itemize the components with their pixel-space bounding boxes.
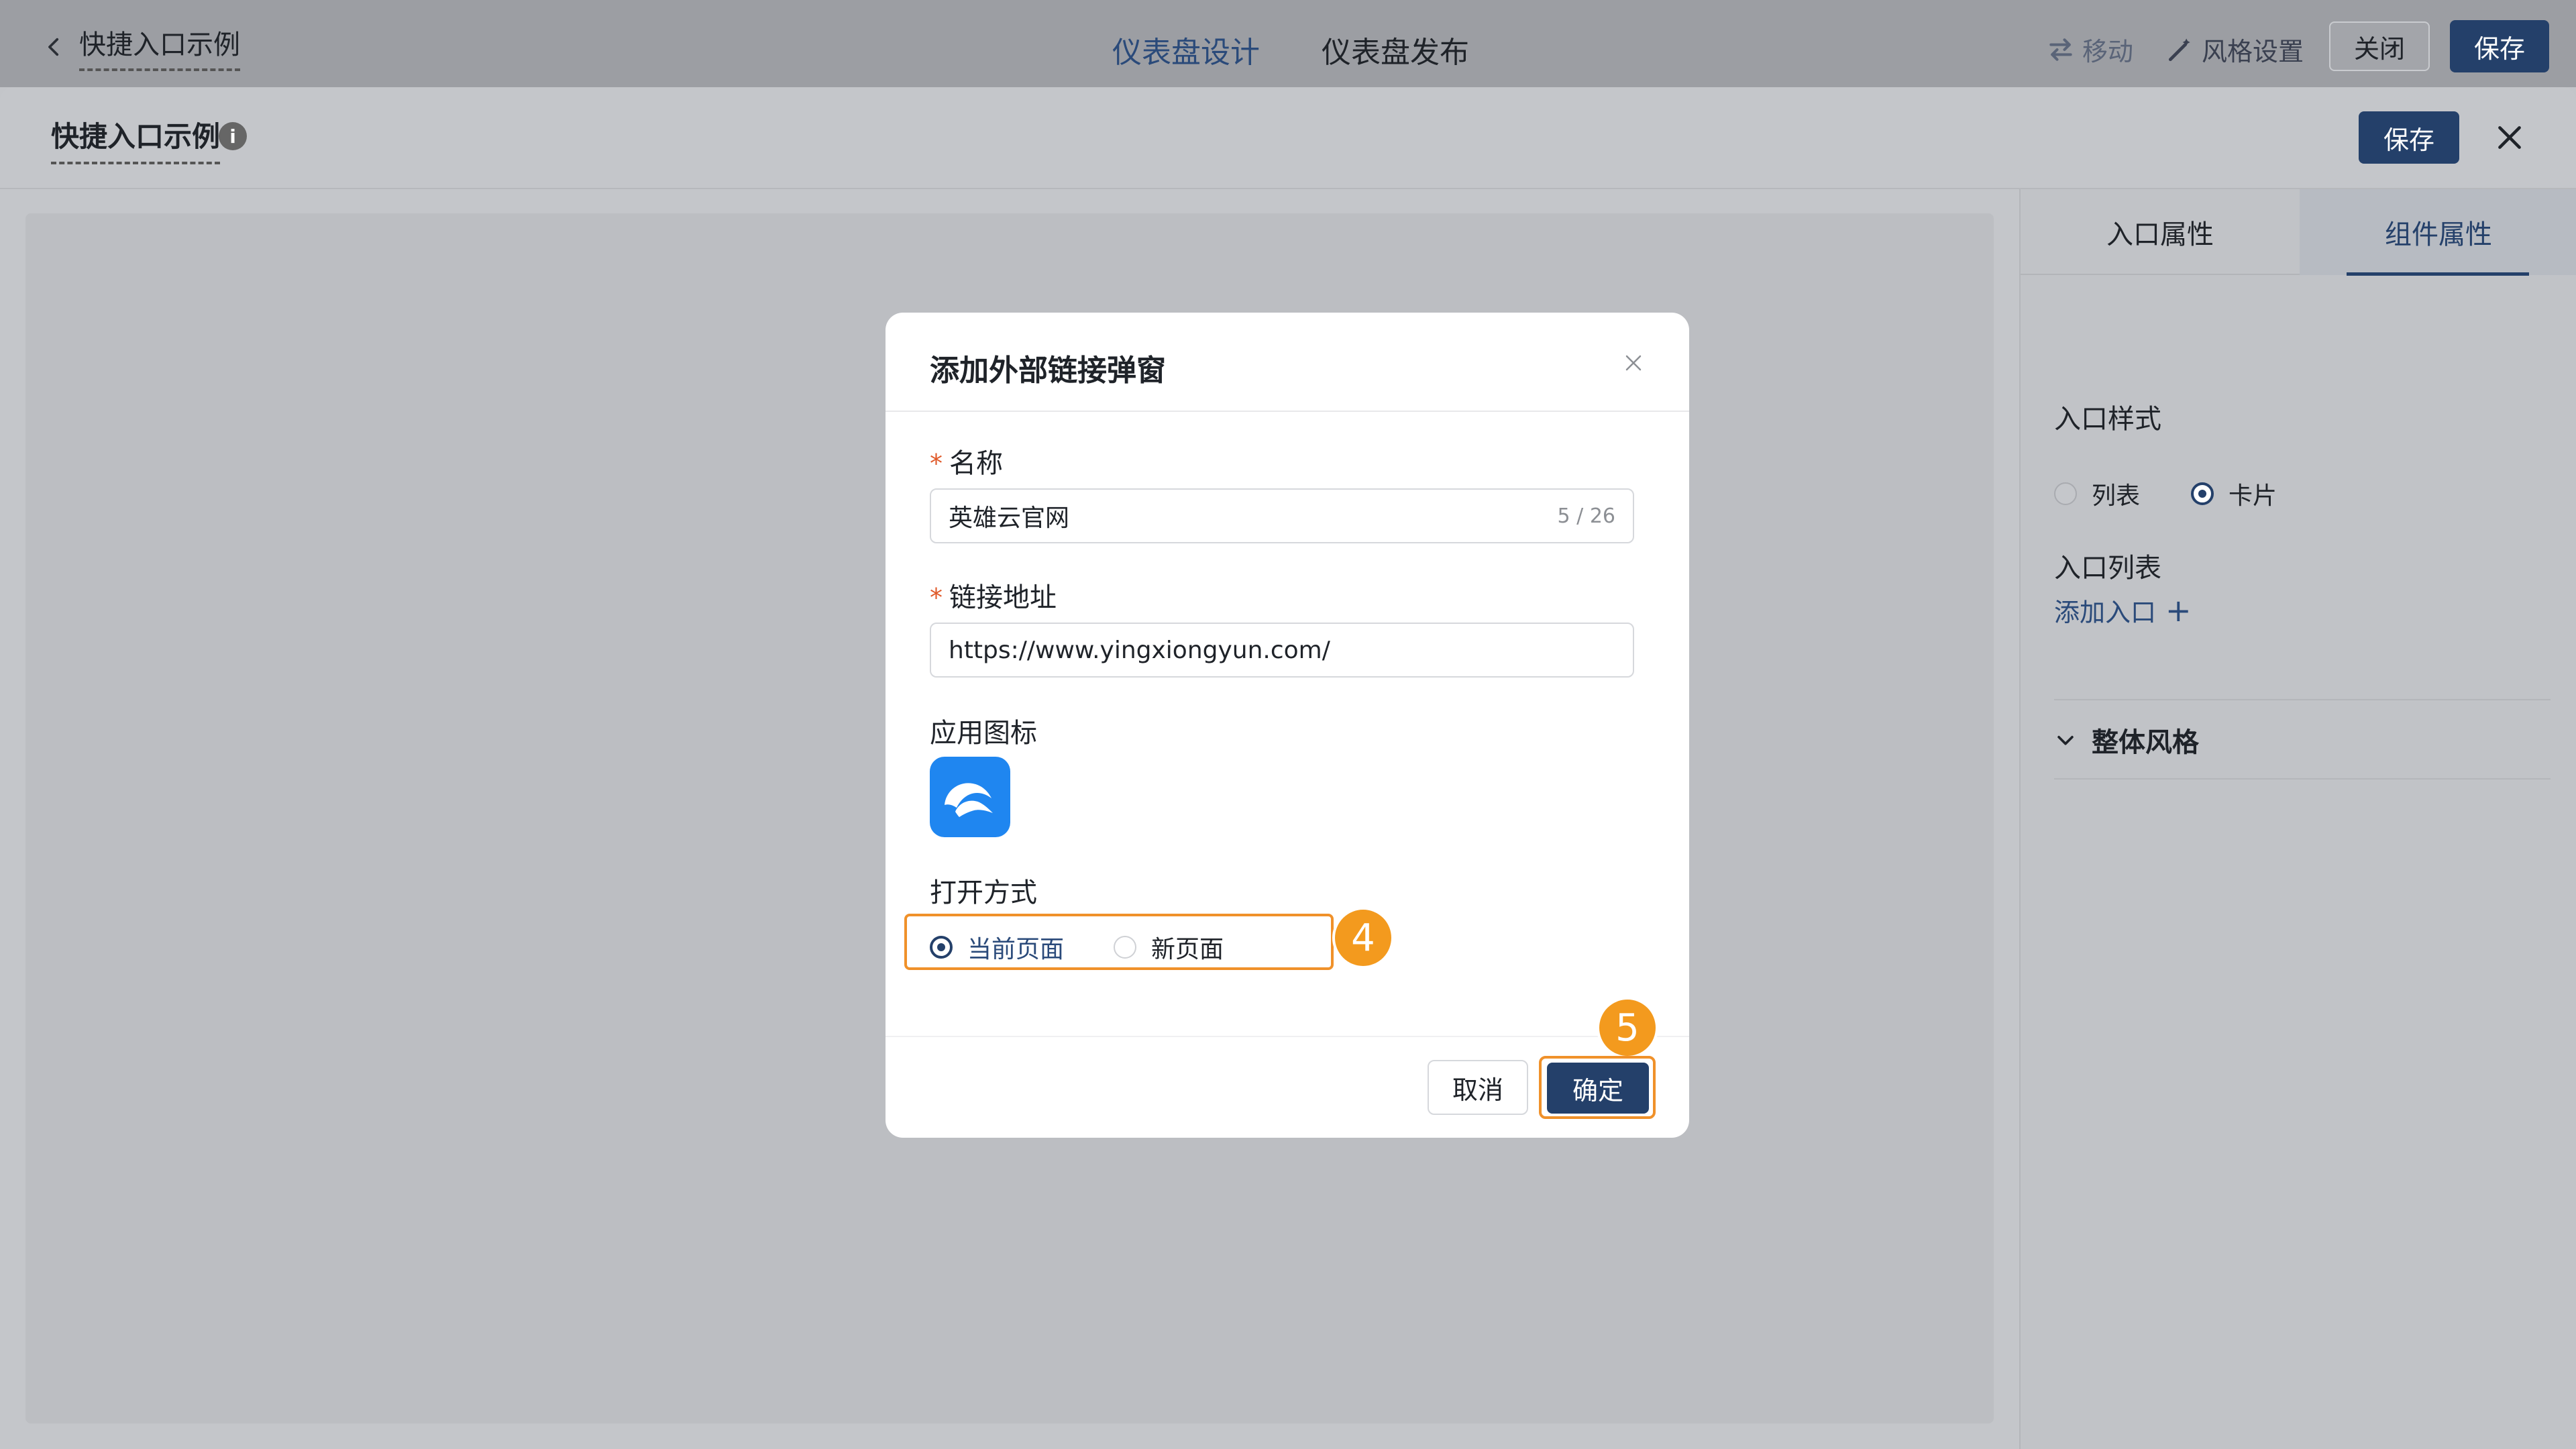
radio-icon [1114, 936, 1136, 959]
dialog-header-divider [885, 411, 1689, 412]
divider [2054, 699, 2551, 700]
name-input-value: 英雄云官网 [949, 504, 1070, 532]
tab-dashboard-publish[interactable]: 仪表盘发布 [1322, 28, 1469, 71]
required-mark: * [930, 449, 943, 478]
style-option-list-label: 列表 [2092, 482, 2141, 510]
sheet-save-button[interactable]: 保存 [2359, 111, 2459, 164]
save-button-top[interactable]: 保存 [2450, 20, 2549, 72]
open-option-current-label: 当前页面 [967, 936, 1065, 963]
entry-list-label: 入口列表 [2054, 553, 2161, 584]
close-icon[interactable] [1623, 353, 1644, 373]
tab-component-properties[interactable]: 组件属性 [2300, 189, 2576, 275]
back-button[interactable]: 快捷入口示例 [43, 23, 240, 71]
name-field-label: * 名称 [930, 441, 1003, 480]
url-input[interactable]: https://www.yingxiongyun.com/ [930, 623, 1634, 678]
properties-panel: 入口属性 组件属性 入口样式 列表 卡片 入口列表 添加入口 + 整体风格 [2019, 189, 2576, 1449]
cloud-logo-icon [945, 783, 993, 817]
panel-tabs: 入口属性 组件属性 [2021, 189, 2576, 276]
required-mark: * [930, 583, 943, 612]
sheet-header: 快捷入口示例 i 保存 [0, 87, 2576, 189]
back-title: 快捷入口示例 [79, 23, 240, 71]
step-badge-5: 5 [1597, 997, 1658, 1059]
name-input[interactable]: 英雄云官网 5 / 26 [930, 488, 1634, 543]
close-button[interactable]: 关闭 [2329, 21, 2430, 71]
magic-wand-icon [2168, 38, 2190, 61]
add-entry-label: 添加入口 [2054, 598, 2157, 627]
dialog-footer-divider [885, 1036, 1689, 1037]
chevron-down-icon [2057, 735, 2074, 745]
open-option-current-page[interactable]: 当前页面 [930, 930, 1064, 965]
url-input-value: https://www.yingxiongyun.com/ [949, 636, 1330, 664]
name-label-text: 名称 [949, 448, 1003, 479]
overall-style-label: 整体风格 [2092, 727, 2199, 758]
tab-dashboard-design[interactable]: 仪表盘设计 [1112, 28, 1260, 71]
app-icon-picker[interactable] [930, 757, 1010, 837]
url-label-text: 链接地址 [949, 582, 1057, 613]
close-icon[interactable] [2493, 121, 2526, 154]
url-field-label: * 链接地址 [930, 576, 1057, 614]
add-external-link-dialog: 添加外部链接弹窗 * 名称 英雄云官网 5 / 26 * 链接地址 https://… [885, 313, 1689, 1138]
active-tab-indicator [2347, 272, 2529, 276]
cancel-button[interactable]: 取消 [1428, 1060, 1528, 1115]
move-button[interactable]: 移动 [2046, 31, 2133, 68]
sheet-title[interactable]: 快捷入口示例 [51, 114, 221, 164]
confirm-button[interactable]: 确定 [1547, 1063, 1649, 1114]
chevron-left-icon [48, 38, 59, 56]
plus-icon: + [2165, 592, 2192, 629]
style-option-list[interactable]: 列表 [2054, 476, 2140, 511]
style-option-card[interactable]: 卡片 [2191, 476, 2277, 511]
radio-checked-icon [2191, 482, 2214, 505]
top-bar: 快捷入口示例 仪表盘设计 仪表盘发布 移动 风格设置 关闭 保存 [0, 0, 2576, 87]
style-settings-button[interactable]: 风格设置 [2165, 31, 2304, 68]
style-option-card-label: 卡片 [2229, 482, 2277, 510]
tab-entry-properties[interactable]: 入口属性 [2021, 189, 2300, 275]
radio-checked-icon [930, 936, 953, 959]
open-option-new-label: 新页面 [1151, 936, 1224, 963]
open-mode-label: 打开方式 [930, 877, 1037, 908]
radio-icon [2054, 482, 2077, 505]
entry-style-label: 入口样式 [2054, 404, 2161, 435]
style-settings-label: 风格设置 [2202, 37, 2304, 66]
name-char-count: 5 / 26 [1557, 504, 1615, 528]
move-label: 移动 [2082, 37, 2134, 66]
step-badge-4: 4 [1332, 907, 1394, 969]
dialog-title: 添加外部链接弹窗 [930, 354, 1166, 388]
app-icon-label: 应用图标 [930, 718, 1037, 749]
swap-arrows-icon [2049, 38, 2072, 61]
overall-style-section[interactable]: 整体风格 [2054, 720, 2199, 759]
info-icon[interactable]: i [219, 122, 247, 150]
open-option-new-page[interactable]: 新页面 [1114, 930, 1224, 965]
divider [2054, 778, 2551, 780]
add-entry-button[interactable]: 添加入口 + [2054, 592, 2192, 629]
